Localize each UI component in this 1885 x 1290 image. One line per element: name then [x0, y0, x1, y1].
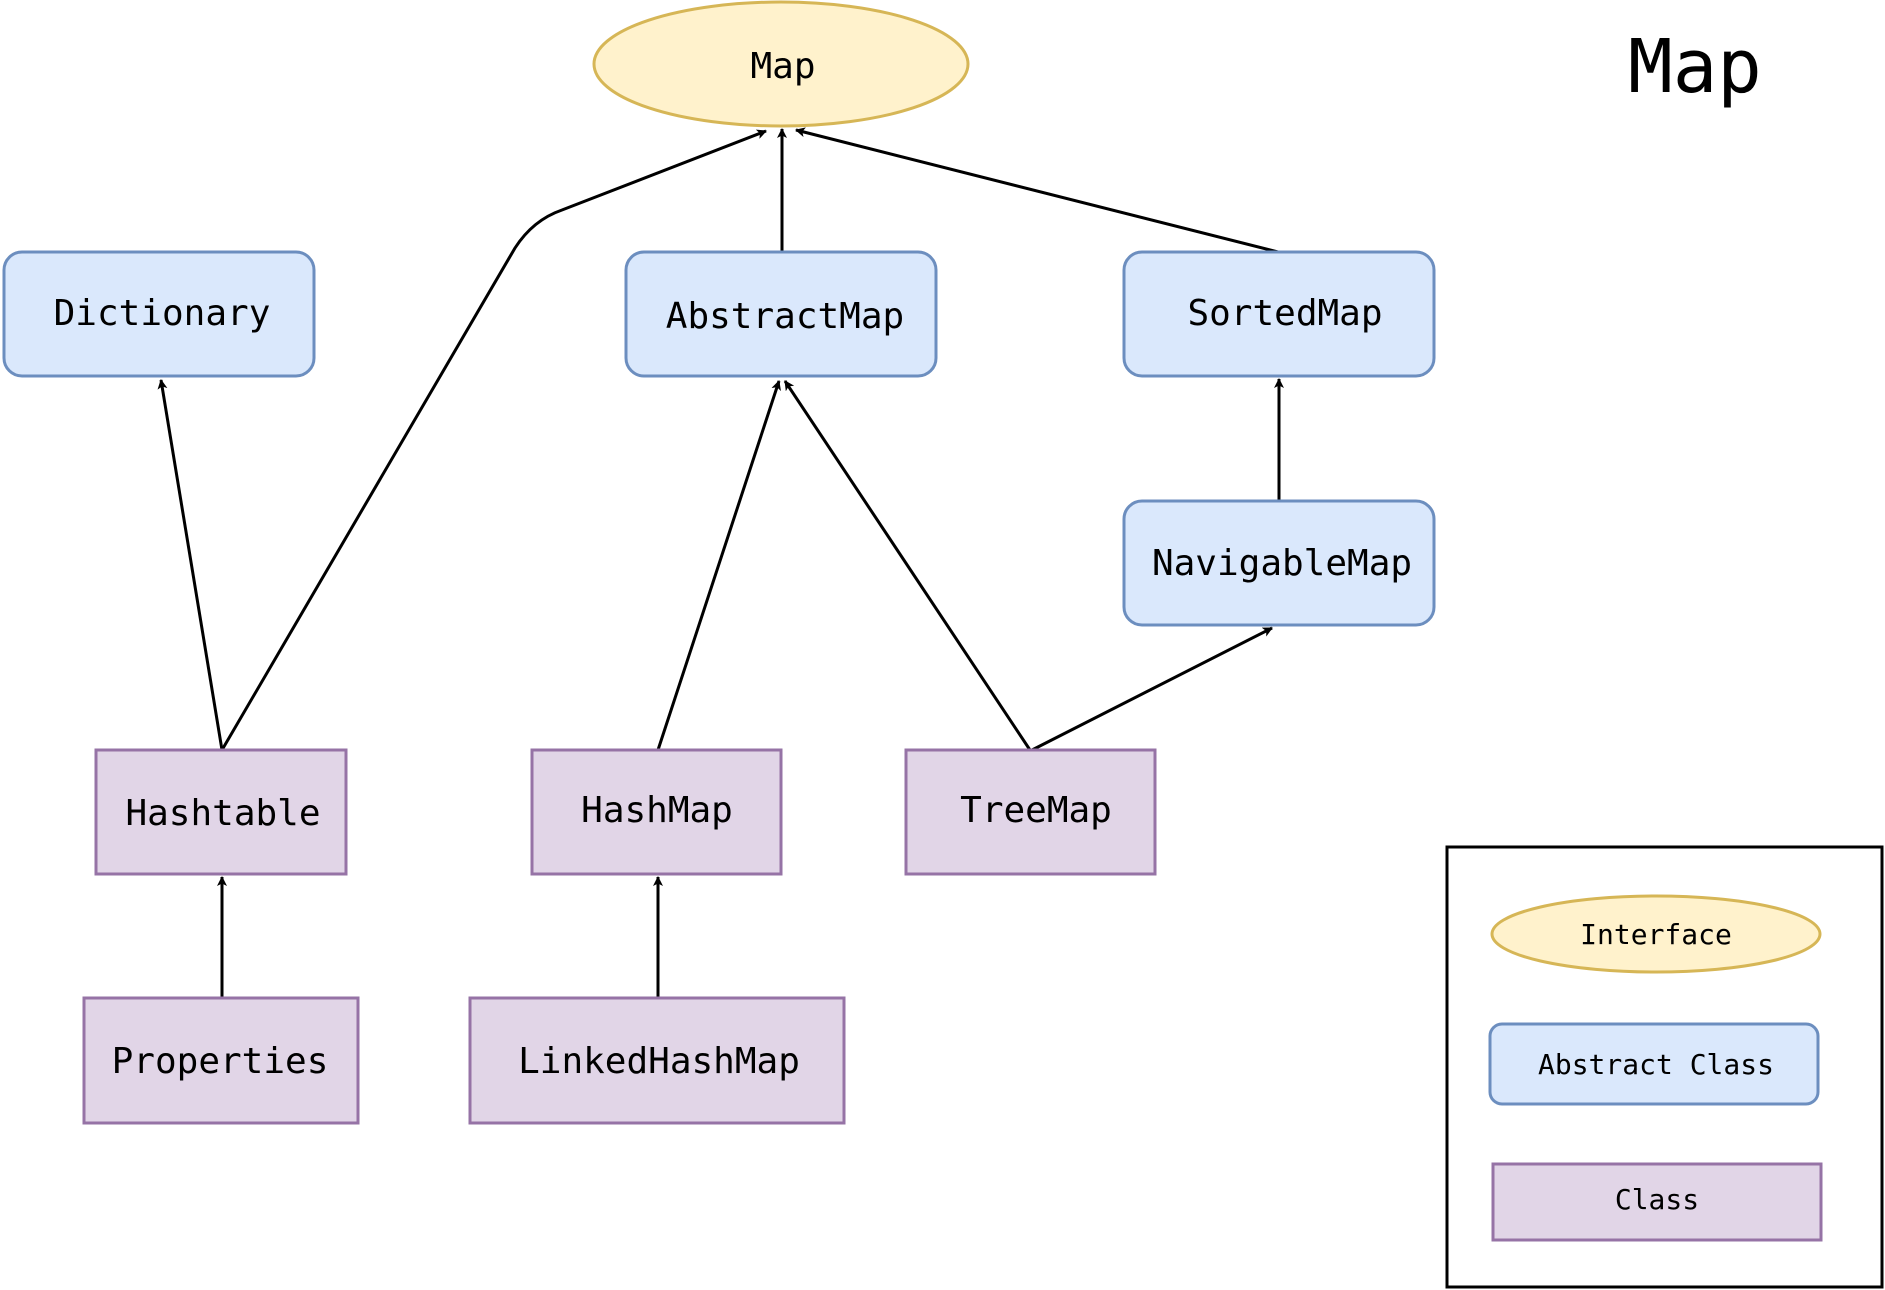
legend-item-class: Class [1491, 1162, 1823, 1242]
node-label: TreeMap [960, 790, 1112, 831]
node-label: HashMap [581, 790, 733, 831]
legend: Interface Abstract Class Class [1445, 845, 1884, 1289]
node-properties[interactable]: Properties [82, 996, 360, 1125]
node-treemap[interactable]: TreeMap [904, 748, 1157, 876]
node-hashmap[interactable]: HashMap [530, 748, 783, 876]
edge-sortedmap-map [795, 127, 1279, 254]
node-label: LinkedHashMap [518, 1041, 800, 1082]
legend-item-abstract-class: Abstract Class [1488, 1022, 1820, 1106]
node-label: AbstractMap [666, 296, 904, 337]
legend-item-interface: Interface [1490, 894, 1822, 974]
legend-label: Interface [1580, 918, 1732, 951]
edge-hashtable-map [220, 129, 767, 751]
class-hierarchy-diagram: Map Dictionary AbstractMap SortedMap Nav… [2, 0, 1884, 1289]
edge-treemap-abstractmap [783, 380, 1032, 751]
node-linkedhashmap[interactable]: LinkedHashMap [468, 996, 846, 1125]
edge-hashtable-dictionary [157, 379, 224, 751]
diagram-title: Map [1628, 24, 1762, 110]
node-label: NavigableMap [1152, 543, 1412, 584]
node-hashtable[interactable]: Hashtable [94, 748, 348, 876]
node-abstractmap[interactable]: AbstractMap [624, 250, 938, 378]
node-label: Properties [112, 1041, 329, 1082]
node-label: Map [750, 46, 815, 87]
edge-treemap-navigablemap [1031, 626, 1273, 752]
node-label: Hashtable [125, 793, 320, 834]
node-dictionary[interactable]: Dictionary [2, 250, 316, 378]
node-navigablemap[interactable]: NavigableMap [1122, 499, 1436, 627]
edge-hashmap-abstractmap [656, 380, 781, 751]
legend-label: Class [1615, 1183, 1699, 1216]
node-label: SortedMap [1187, 293, 1382, 334]
legend-label: Abstract Class [1538, 1048, 1774, 1081]
node-label: Dictionary [54, 293, 271, 334]
node-map[interactable]: Map [592, 0, 970, 128]
node-sortedmap[interactable]: SortedMap [1122, 250, 1436, 378]
